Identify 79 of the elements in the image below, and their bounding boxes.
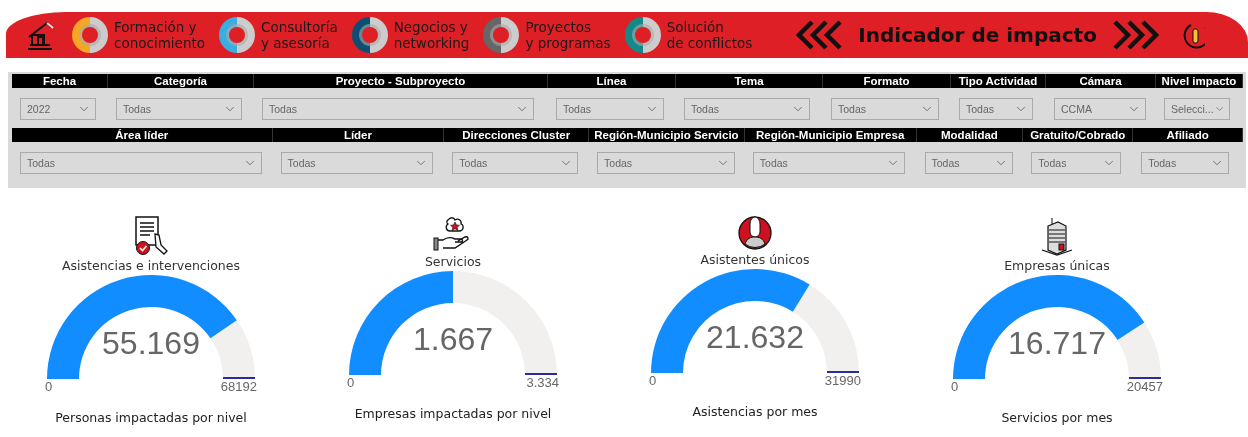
kpi-value: 55.169 [102,325,200,363]
filter-label: Categoría [108,74,254,88]
gauge-min: 0 [649,373,657,388]
filter-dropdown[interactable]: Todas [959,98,1033,120]
document-check-icon [133,216,169,256]
gauge-track [210,320,255,379]
gauge-max: 31990 [824,373,861,388]
filter-label: Región-Municipio Servicio [589,128,745,142]
kpi-title: Servicios [424,254,482,269]
donut-icon [622,15,663,55]
gauge-track [1117,322,1161,379]
filter-label: Formato [823,74,951,88]
filter-label: Región-Municipio Empresa [744,128,917,142]
filter-dropdown[interactable]: Todas [20,152,262,174]
kpi-value: 16.717 [1008,325,1106,363]
building-icon [1040,216,1074,256]
gauge-max: 3.334 [526,375,559,390]
kpi-value: 1.667 [412,321,494,359]
gauge-min: 0 [347,375,355,390]
target-line [524,373,558,375]
kpi-title: Asistencias e intervenciones [62,258,240,273]
filter-dropdown[interactable]: Selecci... [1164,98,1230,120]
gauge-min: 0 [951,379,959,394]
filter-dropdown[interactable]: Todas [116,98,242,120]
nav-label: Negocios y networking [393,19,470,51]
nav-label: Proyectos y programas [525,19,611,51]
kpi-title: Empresas únicas [1004,258,1110,273]
filter-dropdown[interactable]: Todas [280,152,433,174]
nav-link[interactable]: Solución de conflictos [622,15,753,55]
filter-label: Proyecto - Subproyecto [254,74,548,88]
gauge-caption: Personas impactadas por nivel [55,410,247,425]
filter-dropdown[interactable]: Todas [831,98,939,120]
filter-label: Direcciones Cluster [444,128,590,142]
filter-dropdown[interactable]: Todas [556,98,664,120]
filter-label: Afiliado [1133,128,1243,142]
gauge-min: 0 [45,379,53,394]
filter-dropdown[interactable]: Todas [684,98,810,120]
gauge-caption: Asistencias por mes [692,404,818,419]
filter-label: Tema [676,74,823,88]
gauge-caption: Empresas impactadas por nivel [354,406,552,421]
filter-dropdown[interactable]: Todas [752,152,905,174]
filter-dropdown[interactable]: Todas [597,152,736,174]
target-line [222,377,256,379]
nav-link[interactable]: Proyectos y programas [481,15,611,55]
donut-icon [217,15,257,55]
nav-label: Solución de conflictos [666,19,753,51]
filter-dropdown[interactable]: Todas [1141,152,1230,174]
filter-label: Área líder [12,128,273,142]
filter-label: Modalidad [916,128,1024,142]
filter-dropdown[interactable]: Todas [262,98,534,120]
donut-icon [70,15,110,55]
gauge-max: 68192 [220,379,257,394]
donut-icon [349,15,390,55]
filter-label: Líder [272,128,445,142]
nav-label: Formación y conocimiento [114,19,205,51]
nav-label: Consultoría y asesoría [261,19,338,51]
user-avatar-icon [738,216,772,250]
filter-label: Cámara [1046,74,1156,88]
filter-label: Nivel impacto [1156,74,1243,88]
filter-label: Gratuito/Cobrado [1023,128,1134,142]
filter-label: Línea [548,74,676,88]
filter-label: Fecha [12,74,108,88]
kpi-value: 21.632 [706,319,804,357]
filter-dropdown[interactable]: Todas [1031,152,1122,174]
nav-link[interactable]: Formación y conocimiento [70,15,205,55]
target-line [1128,377,1162,379]
nav-link[interactable]: Consultoría y asesoría [217,15,338,55]
gauge-max: 20457 [1126,379,1163,394]
page-title: Indicador de impacto [858,23,1097,47]
nav-link[interactable]: Negocios y networking [349,15,470,55]
gauge-caption: Servicios por mes [1001,410,1113,425]
filter-dropdown[interactable]: CCMA [1054,98,1146,120]
filter-label: Tipo Actividad [951,74,1046,88]
filter-dropdown[interactable]: Todas [452,152,579,174]
filter-dropdown[interactable]: 2022 [20,98,96,120]
filter-dropdown[interactable]: Todas [924,152,1013,174]
target-line [826,371,860,373]
donut-icon [481,15,522,55]
kpi-title: Asistentes únicos [700,252,810,267]
